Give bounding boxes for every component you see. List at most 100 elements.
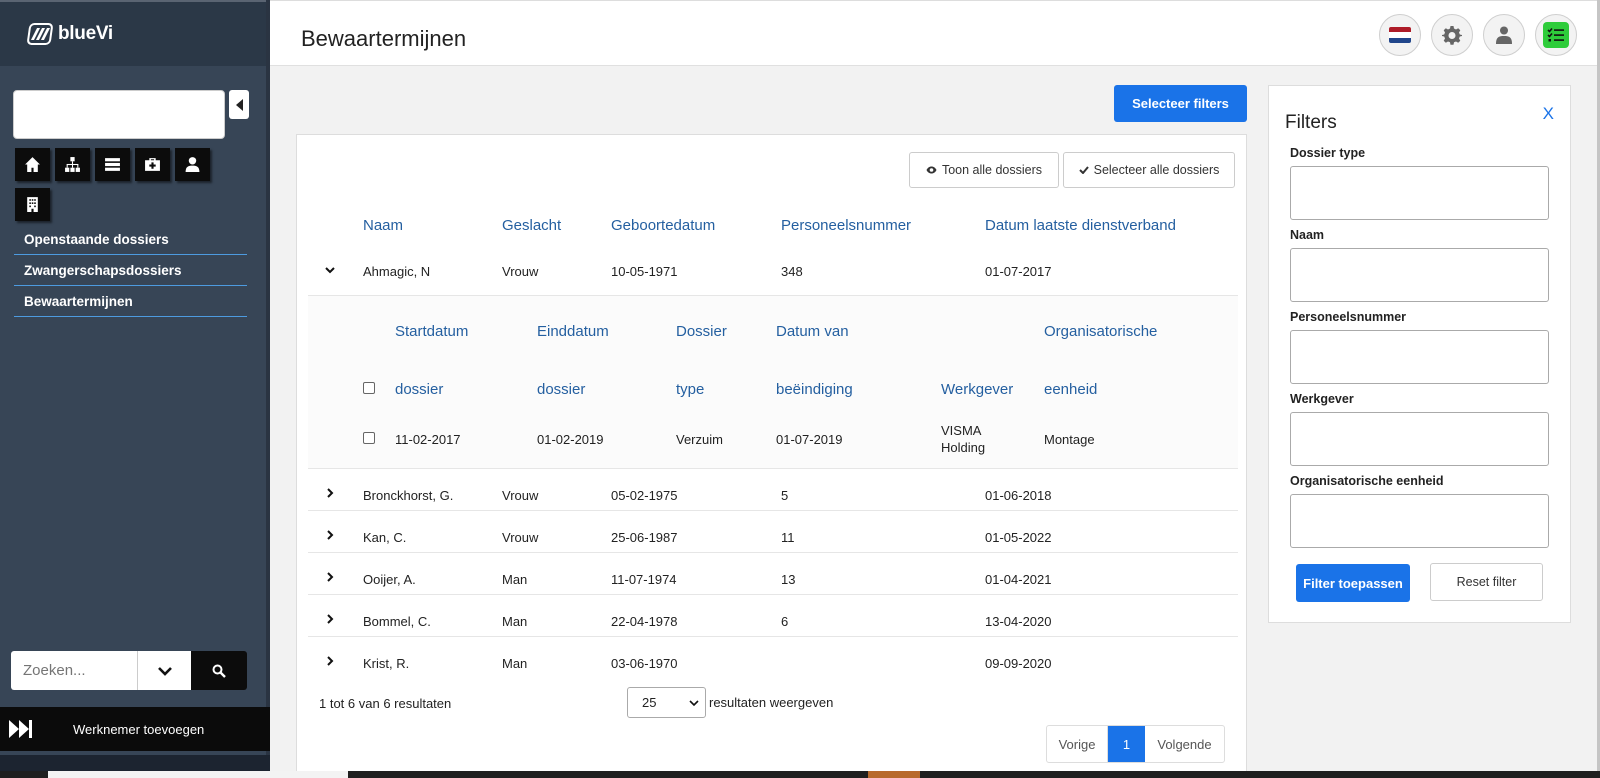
sub-werkgever-line1: VISMA <box>941 423 982 438</box>
chevron-right-icon[interactable] <box>325 656 335 666</box>
page-title: Bewaartermijnen <box>301 26 467 51</box>
row-geboortedatum: 22-04-1978 <box>611 614 678 629</box>
sub-header-startdatum-1[interactable]: Startdatum <box>395 323 468 340</box>
tasks-button[interactable] <box>1535 14 1577 56</box>
add-employee-button[interactable]: Werknemer toevoegen <box>0 707 270 751</box>
chevron-down-icon[interactable] <box>325 265 335 275</box>
sub-header-einddatum-2[interactable]: dossier <box>537 381 585 398</box>
home-icon[interactable] <box>15 148 50 181</box>
pagination: Vorige 1 Volgende <box>1046 725 1225 763</box>
row-divider <box>308 636 1238 637</box>
sub-header-dossier-type-2[interactable]: type <box>676 381 704 398</box>
row-personeelsnummer: 5 <box>781 488 789 503</box>
sub-header-werkgever[interactable]: Werkgever <box>941 381 1013 398</box>
show-all-label: Toon alle dossiers <box>941 163 1043 177</box>
row-divider <box>308 468 1238 469</box>
dossier-checkbox[interactable] <box>363 432 375 444</box>
column-header-personeelsnummer[interactable]: Personeelsnummer <box>781 217 911 234</box>
select-filters-button[interactable]: Selecteer filters <box>1114 85 1247 122</box>
row-naam: Bronckhorst, G. <box>363 488 454 503</box>
show-all-dossiers-button[interactable]: Toon alle dossiers <box>909 152 1059 188</box>
pager-next-button[interactable]: Volgende <box>1145 726 1224 762</box>
bluevi-logo-icon <box>26 23 54 45</box>
row-geslacht: Man <box>502 614 528 629</box>
column-header-datum-laatste[interactable]: Datum laatste dienstverband <box>985 217 1176 234</box>
sidebar: blueVi Openstaande dossiers Zwangerschap… <box>0 0 270 778</box>
sub-header-startdatum-2[interactable]: dossier <box>395 381 443 398</box>
column-header-naam[interactable]: Naam <box>363 217 403 234</box>
chevron-right-icon[interactable] <box>325 530 335 540</box>
sidebar-item-zwangerschap[interactable]: Zwangerschapsdossiers <box>14 255 247 286</box>
filter-label-werkgever: Werkgever <box>1290 392 1354 406</box>
eye-icon <box>926 166 937 174</box>
collapse-sidebar-button[interactable] <box>229 90 249 119</box>
row-datum-laatste: 01-05-2022 <box>985 530 1052 545</box>
reset-filter-button[interactable]: Reset filter <box>1430 563 1543 601</box>
sidebar-nav: Openstaande dossiers Zwangerschapsdossie… <box>14 224 247 317</box>
chevron-right-icon[interactable] <box>325 488 335 498</box>
chevron-right-icon[interactable] <box>325 572 335 582</box>
sidebar-select-field[interactable] <box>13 90 225 139</box>
sidebar-item-openstaande[interactable]: Openstaande dossiers <box>14 224 247 255</box>
settings-button[interactable] <box>1431 14 1473 56</box>
user-icon <box>1496 26 1512 44</box>
row-geboortedatum: 05-02-1975 <box>611 488 678 503</box>
sub-dossier-type: Verzuim <box>676 432 723 447</box>
caret-left-icon <box>235 98 243 111</box>
filter-naam-field[interactable] <box>1290 248 1549 302</box>
filter-dossier-type-field[interactable] <box>1290 166 1549 220</box>
account-button[interactable] <box>1483 14 1525 56</box>
row-geboortedatum: 10-05-1971 <box>611 264 678 279</box>
sub-header-datum-van-1[interactable]: Datum van <box>776 323 849 340</box>
sub-header-dossier-type-1[interactable]: Dossier <box>676 323 727 340</box>
gear-icon <box>1442 26 1462 45</box>
apply-filter-button[interactable]: Filter toepassen <box>1296 564 1410 602</box>
sidebar-item-bewaartermijnen[interactable]: Bewaartermijnen <box>14 286 247 317</box>
close-filters-button[interactable]: X <box>1543 104 1554 124</box>
filter-personeelsnummer-field[interactable] <box>1290 330 1549 384</box>
row-datum-laatste: 13-04-2020 <box>985 614 1052 629</box>
language-button[interactable] <box>1379 14 1421 56</box>
page-size-value: 25 <box>642 695 657 710</box>
row-divider <box>308 552 1238 553</box>
sub-header-organisatorische-2[interactable]: eenheid <box>1044 381 1097 398</box>
filter-werkgever-field[interactable] <box>1290 412 1549 466</box>
chevron-right-icon[interactable] <box>325 614 335 624</box>
row-geboortedatum: 03-06-1970 <box>611 656 678 671</box>
search-button[interactable] <box>191 651 247 690</box>
page-size-select[interactable]: 25 <box>627 687 706 718</box>
row-geslacht: Vrouw <box>502 488 539 503</box>
row-personeelsnummer: 13 <box>781 572 796 587</box>
search-input[interactable] <box>11 651 137 690</box>
header-icons <box>1379 14 1577 56</box>
row-geboortedatum: 25-06-1987 <box>611 530 678 545</box>
column-header-geboortedatum[interactable]: Geboortedatum <box>611 217 715 234</box>
top-header: Bewaartermijnen <box>270 0 1600 66</box>
medical-case-icon[interactable] <box>135 148 170 181</box>
search-icon <box>212 664 226 678</box>
filter-organisatorische-eenheid-field[interactable] <box>1290 494 1549 548</box>
logo[interactable]: blueVi <box>0 0 266 66</box>
building-icon[interactable] <box>15 188 50 221</box>
add-employee-label: Werknemer toevoegen <box>73 721 205 737</box>
search-dropdown-button[interactable] <box>137 651 191 690</box>
pager-page-1[interactable]: 1 <box>1108 726 1145 762</box>
sidebar-search <box>11 651 247 690</box>
row-geslacht: Man <box>502 572 528 587</box>
pager-prev-button[interactable]: Vorige <box>1047 726 1108 762</box>
row-naam: Krist, R. <box>363 656 410 671</box>
sub-werkgever-line2: Holding <box>941 440 986 455</box>
filters-title: Filters <box>1285 112 1337 133</box>
sub-header-einddatum-1[interactable]: Einddatum <box>537 323 609 340</box>
select-all-sub-checkbox[interactable] <box>363 382 375 394</box>
column-header-geslacht[interactable]: Geslacht <box>502 217 561 234</box>
sub-header-organisatorische-1[interactable]: Organisatorische <box>1044 323 1157 340</box>
select-all-dossiers-button[interactable]: Selecteer alle dossiers <box>1063 152 1235 188</box>
list-icon[interactable] <box>95 148 130 181</box>
row-geslacht: Vrouw <box>502 264 539 279</box>
sub-eenheid: Montage <box>1044 432 1095 447</box>
org-chart-icon[interactable] <box>55 148 90 181</box>
sub-header-datum-van-2[interactable]: beëindiging <box>776 381 853 398</box>
row-geslacht: Vrouw <box>502 530 539 545</box>
user-icon[interactable] <box>175 148 210 181</box>
